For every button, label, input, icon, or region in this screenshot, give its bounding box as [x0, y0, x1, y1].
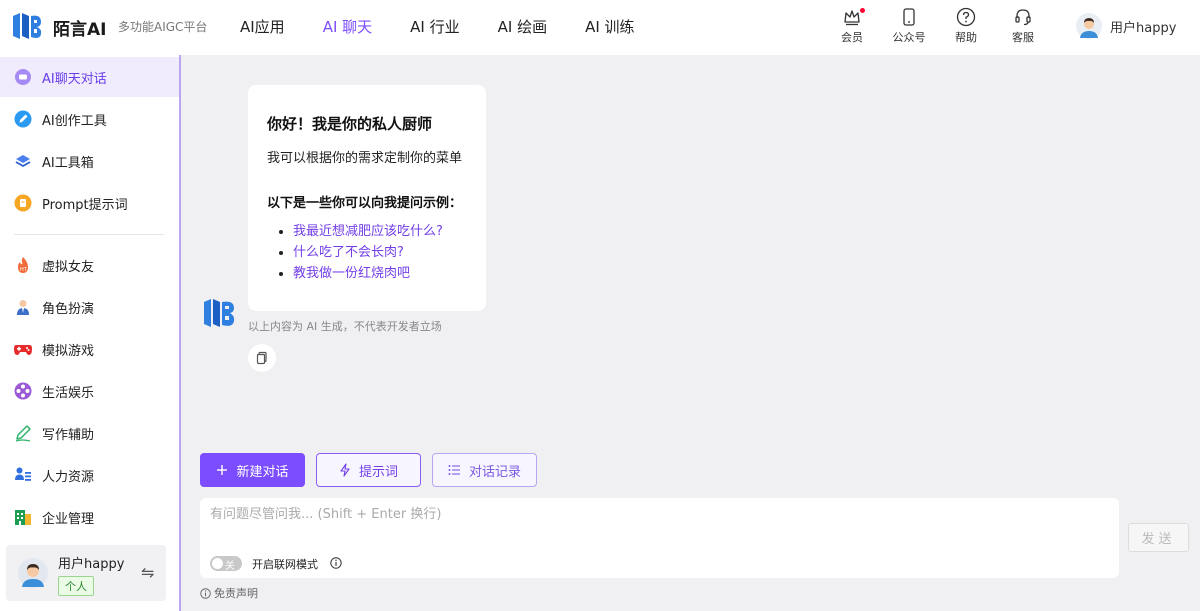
- brand-name[interactable]: 陌言AI: [53, 15, 106, 40]
- toggle-knob: [212, 558, 223, 569]
- chat-history-button[interactable]: 对话记录: [432, 453, 537, 487]
- notification-dot: [860, 8, 865, 13]
- example-question[interactable]: 教我做一份红烧肉吧: [293, 263, 467, 284]
- example-question[interactable]: 我最近想减肥应该吃什么?: [293, 221, 467, 242]
- brand-tagline: 多功能AIGC平台: [118, 20, 208, 34]
- new-chat-label: 新建对话: [236, 464, 289, 480]
- svg-text:HT: HT: [20, 267, 28, 273]
- sidebar: AI聊天对话 AI创作工具 AI工具箱 Prompt提示词 HT 虚拟女友 角色…: [0, 55, 181, 611]
- membership-label: 会员: [841, 31, 863, 44]
- sidebar-item-ai-toolbox[interactable]: AI工具箱: [0, 141, 179, 181]
- bot-avatar-icon: [204, 299, 235, 327]
- official-account-label: 公众号: [892, 31, 926, 44]
- sidebar-item-label: 角色扮演: [42, 301, 95, 317]
- nav-ai-painting[interactable]: AI 绘画: [498, 16, 547, 37]
- nav-ai-apps[interactable]: AI应用: [240, 16, 285, 37]
- welcome-message: 你好！我是你的私人厨师 我可以根据你的需求定制你的菜单 以下是一些你可以向我提问…: [248, 85, 486, 311]
- list-icon: [448, 464, 461, 476]
- pen-icon: [13, 109, 33, 129]
- lightning-icon: [339, 463, 351, 477]
- web-mode-toggle[interactable]: 关: [210, 556, 242, 572]
- phone-icon: [903, 8, 915, 26]
- sidebar-item-prompts[interactable]: Prompt提示词: [0, 183, 179, 223]
- example-question[interactable]: 什么吃了不会长肉?: [293, 242, 467, 263]
- people-icon: [13, 465, 33, 485]
- info-icon[interactable]: [330, 557, 342, 569]
- sidebar-item-enterprise[interactable]: 企业管理: [0, 497, 179, 537]
- help-label: 帮助: [955, 31, 977, 44]
- sidebar-item-label: AI工具箱: [42, 155, 94, 171]
- headset-icon: [1015, 9, 1031, 26]
- prompt-icon: [13, 193, 33, 213]
- building-icon: [13, 507, 33, 527]
- customer-service-label: 客服: [1012, 31, 1034, 44]
- main-nav: AI应用 AI 聊天 AI 行业 AI 绘画 AI 训练: [240, 16, 673, 37]
- help-icon: [956, 7, 976, 27]
- disclaimer-label: 免责声明: [214, 587, 258, 600]
- message-composer: 关 开启联网模式: [200, 498, 1119, 578]
- prompts-label: 提示词: [358, 464, 398, 480]
- sidebar-item-hr[interactable]: 人力资源: [0, 455, 179, 495]
- sidebar-item-simulation-game[interactable]: 模拟游戏: [0, 329, 179, 369]
- copy-icon: [256, 351, 267, 365]
- sidebar-item-label: AI聊天对话: [42, 71, 107, 87]
- ai-generated-disclaimer: 以上内容为 AI 生成，不代表开发者立场: [248, 320, 442, 333]
- nav-ai-training[interactable]: AI 训练: [585, 16, 634, 37]
- fire-icon: HT: [13, 255, 33, 275]
- example-list: 我最近想减肥应该吃什么? 什么吃了不会长肉? 教我做一份红烧肉吧: [267, 221, 467, 284]
- switch-account-icon[interactable]: ⇋: [141, 563, 154, 582]
- examples-heading: 以下是一些你可以向我提问示例：: [267, 196, 463, 211]
- chat-history-label: 对话记录: [468, 464, 521, 480]
- user-avatar: [1076, 13, 1102, 39]
- message-input[interactable]: [210, 502, 1100, 526]
- top-bar: 陌言AI 多功能AIGC平台 AI应用 AI 聊天 AI 行业 AI 绘画 AI…: [0, 0, 1200, 55]
- sidebar-item-label: 人力资源: [42, 469, 95, 485]
- sidebar-username: 用户happy: [58, 557, 125, 572]
- disclaimer-link[interactable]: 免责声明: [200, 585, 258, 601]
- welcome-subtitle: 我可以根据你的需求定制你的菜单: [267, 151, 463, 166]
- person-icon: [13, 297, 33, 317]
- toggle-state-label: 关: [225, 561, 235, 572]
- new-chat-button[interactable]: 新建对话: [200, 453, 305, 487]
- send-button[interactable]: 发送: [1128, 523, 1189, 552]
- copy-button[interactable]: [248, 344, 276, 372]
- chat-bubble-icon: [13, 67, 33, 87]
- sidebar-item-entertainment[interactable]: 生活娱乐: [0, 371, 179, 411]
- header-username: 用户happy: [1110, 20, 1177, 36]
- sidebar-item-label: 虚拟女友: [42, 259, 95, 275]
- sidebar-item-label: 企业管理: [42, 511, 95, 527]
- sidebar-item-label: Prompt提示词: [42, 197, 128, 213]
- sidebar-item-label: AI创作工具: [42, 113, 107, 129]
- sidebar-item-virtual-girlfriend[interactable]: HT 虚拟女友: [0, 245, 179, 285]
- pencil-icon: [13, 423, 33, 443]
- sidebar-item-role-play[interactable]: 角色扮演: [0, 287, 179, 327]
- layers-icon: [13, 151, 33, 171]
- nav-ai-industry[interactable]: AI 行业: [410, 16, 459, 37]
- sidebar-user-card[interactable]: 用户happy 个人 ⇋: [6, 545, 166, 601]
- gamepad-icon: [13, 339, 33, 359]
- welcome-title: 你好！我是你的私人厨师: [267, 115, 433, 133]
- crown-icon: [844, 10, 860, 26]
- sidebar-item-writing[interactable]: 写作辅助: [0, 413, 179, 453]
- sidebar-divider: [14, 234, 164, 235]
- info-icon: [200, 587, 211, 599]
- sidebar-item-ai-chat[interactable]: AI聊天对话: [0, 57, 179, 97]
- sidebar-item-label: 生活娱乐: [42, 385, 95, 401]
- official-account-button[interactable]: 公众号: [889, 7, 929, 45]
- user-avatar: [18, 558, 48, 588]
- header-user-menu[interactable]: 用户happy: [1076, 13, 1176, 39]
- nav-ai-chat[interactable]: AI 聊天: [323, 16, 372, 37]
- web-mode-label: 开启联网模式: [252, 558, 318, 571]
- film-reel-icon: [13, 381, 33, 401]
- membership-button[interactable]: 会员: [832, 7, 872, 45]
- sidebar-item-label: 写作辅助: [42, 427, 95, 443]
- sidebar-item-ai-creation[interactable]: AI创作工具: [0, 99, 179, 139]
- sidebar-item-label: 模拟游戏: [42, 343, 95, 359]
- help-button[interactable]: 帮助: [946, 7, 986, 45]
- prompts-button[interactable]: 提示词: [316, 453, 421, 487]
- customer-service-button[interactable]: 客服: [1003, 7, 1043, 45]
- plus-icon: [216, 464, 228, 476]
- account-type-badge: 个人: [58, 576, 94, 596]
- logo-icon[interactable]: [11, 10, 43, 42]
